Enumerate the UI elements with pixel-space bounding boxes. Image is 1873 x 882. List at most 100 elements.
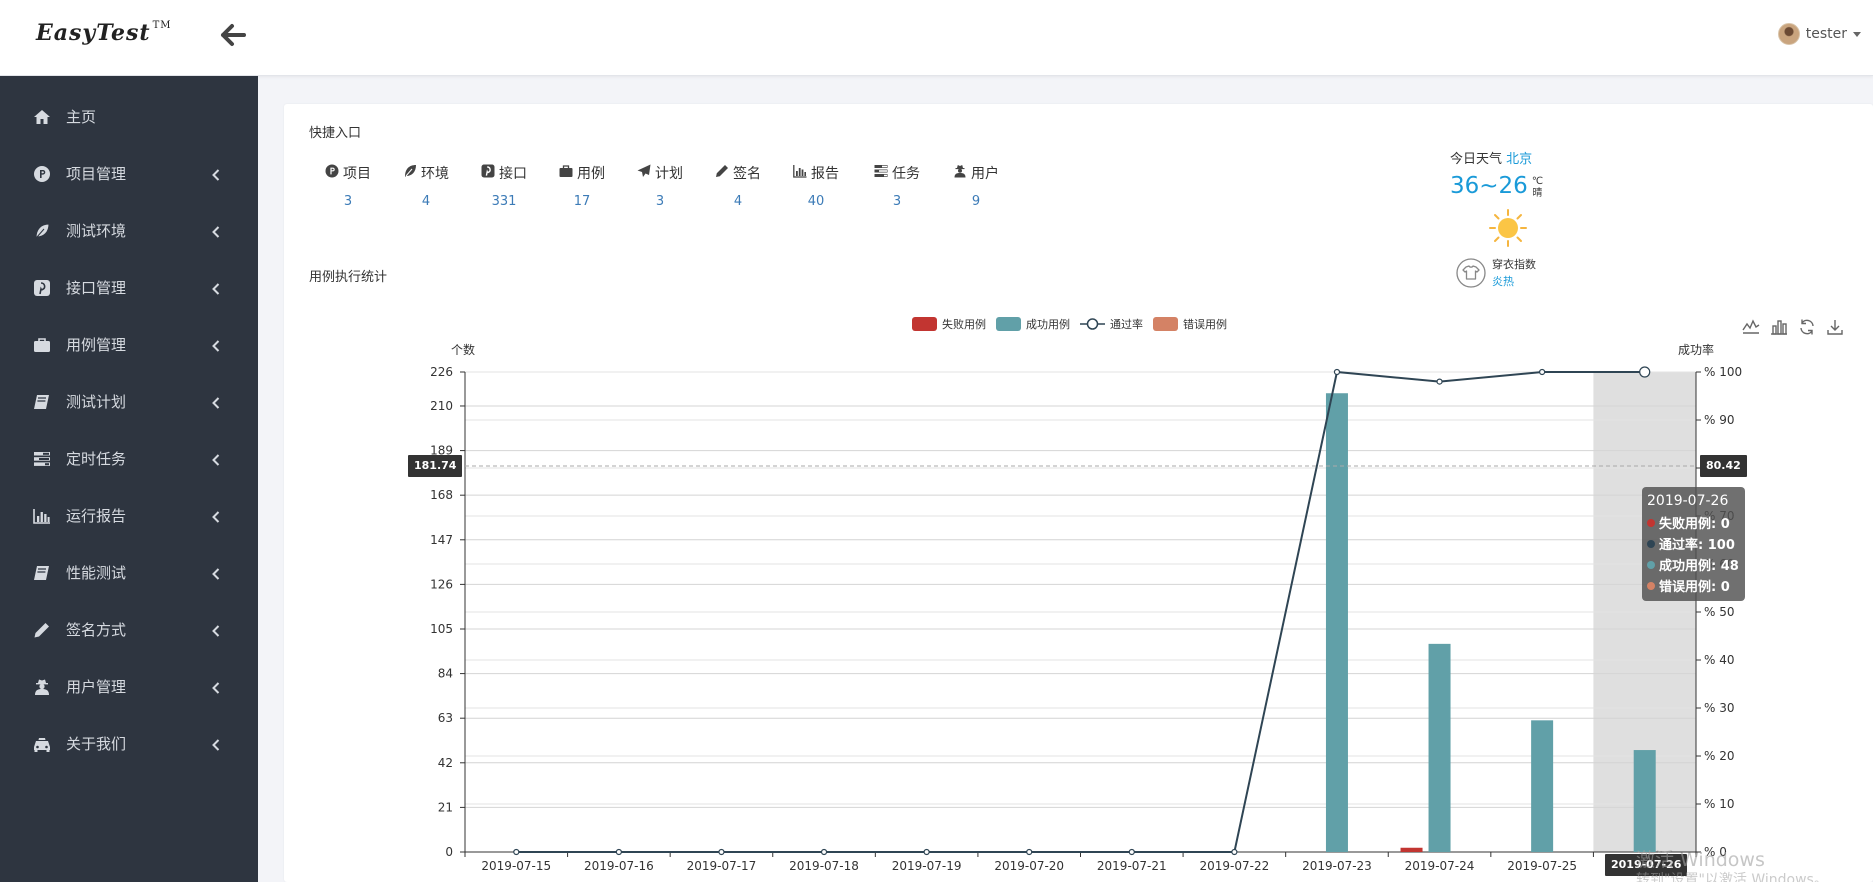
legend-item-failed[interactable]: 失败用例: [912, 316, 986, 332]
sidebar-item-label: 用户管理: [66, 678, 127, 696]
sidebar-item-scheduled[interactable]: 定时任务: [0, 430, 258, 487]
quick-entry-label: 任务: [892, 166, 920, 182]
sidebar-item-testplan[interactable]: 测试计划: [0, 373, 258, 430]
quick-entry-label: 接口: [499, 166, 527, 182]
user-menu[interactable]: tester: [1777, 23, 1861, 45]
logo-trademark: TM: [152, 20, 172, 31]
quick-entry-count[interactable]: 3: [621, 194, 699, 209]
legend-item-error[interactable]: 错误用例: [1153, 316, 1227, 332]
quick-entry-task[interactable]: 任务 3: [858, 162, 936, 222]
app-logo[interactable]: EasyTest TM: [36, 20, 172, 46]
sidebar-item-label: 接口管理: [66, 279, 127, 297]
tooltip-text: 错误用例: 0: [1659, 580, 1730, 595]
quick-entry-label: 用例: [577, 166, 605, 182]
quick-entry-user[interactable]: 用户 9: [937, 162, 1015, 222]
quick-entry-count[interactable]: 9: [937, 194, 1015, 209]
sidebar-item-label: 定时任务: [66, 450, 127, 468]
axis-pointer-left-label: 181.74: [408, 455, 463, 477]
taxi-icon: [32, 734, 52, 754]
quick-entry-report[interactable]: 报告 40: [777, 162, 855, 222]
sidebar-item-label: 测试计划: [66, 393, 127, 411]
sidebar-item-environment[interactable]: 测试环境: [0, 202, 258, 259]
quick-entry-project[interactable]: 项目 3: [309, 162, 387, 222]
leaf-icon: [32, 221, 52, 241]
quick-entry-signature[interactable]: 签名 4: [699, 162, 777, 222]
quick-entry-environment[interactable]: 环境 4: [387, 162, 465, 222]
shirt-icon: [1456, 258, 1486, 288]
tooltip-text: 通过率: 100: [1659, 538, 1735, 553]
axis-pointer-right-label: 80.42: [1700, 455, 1747, 477]
weather-city-link[interactable]: 北京: [1506, 152, 1532, 167]
paper-plane-icon: [637, 164, 651, 182]
quick-entry-count[interactable]: 331: [465, 194, 543, 209]
sidebar-item-performance[interactable]: 性能测试: [0, 544, 258, 601]
windows-activation-watermark: 激活 Windows: [1636, 849, 1765, 871]
legend-swatch: [1153, 317, 1178, 331]
briefcase-icon: [32, 335, 52, 355]
restore-icon[interactable]: [1798, 318, 1816, 336]
sidebar-item-users[interactable]: 用户管理: [0, 658, 258, 715]
sidebar-item-project[interactable]: 项目管理: [0, 145, 258, 202]
legend-item-success[interactable]: 成功用例: [996, 316, 1070, 332]
quick-entry-plan[interactable]: 计划 3: [621, 162, 699, 222]
quick-entry-testcase[interactable]: 用例 17: [543, 162, 621, 222]
download-icon[interactable]: [1826, 318, 1844, 336]
legend-item-pass-rate[interactable]: 通过率: [1080, 316, 1143, 332]
tooltip-row: 通过率: 100: [1647, 533, 1740, 554]
chevron-left-icon: [212, 167, 220, 181]
chart-tooltip: 2019-07-26 失败用例: 0 通过率: 100 成功用例: 48 错误用…: [1642, 487, 1745, 601]
legend-swatch: [1080, 317, 1105, 331]
quick-entry-count[interactable]: 4: [387, 194, 465, 209]
tasks-icon: [32, 449, 52, 469]
tooltip-row: 失败用例: 0: [1647, 512, 1740, 533]
tooltip-dot: [1647, 560, 1655, 569]
legend-label: 成功用例: [1026, 318, 1070, 331]
tooltip-row: 错误用例: 0: [1647, 575, 1740, 596]
chevron-left-icon: [212, 395, 220, 409]
weather-temp-row: 36~26 ℃ 晴: [1450, 173, 1570, 200]
legend-label: 失败用例: [942, 318, 986, 331]
quick-entry-count[interactable]: 40: [777, 194, 855, 209]
chart-legend: 失败用例 成功用例 通过率 错误用例: [912, 316, 1227, 332]
chart-section-title: 用例执行统计: [309, 270, 388, 285]
sidebar-item-signature[interactable]: 签名方式: [0, 601, 258, 658]
sidebar-item-label: 运行报告: [66, 507, 127, 525]
weather-unit: ℃: [1531, 176, 1544, 187]
sidebar-item-interface[interactable]: 接口管理: [0, 259, 258, 316]
weather-widget: 今日天气 北京 36~26 ℃ 晴 穿衣指数 炎热: [1450, 148, 1570, 288]
quick-entry-interface[interactable]: 接口 331: [465, 162, 543, 222]
back-arrow-icon[interactable]: [220, 22, 246, 48]
chevron-left-icon: [212, 224, 220, 238]
chevron-left-icon: [212, 623, 220, 637]
tooltip-dot: [1647, 581, 1655, 590]
book-icon: [32, 392, 52, 412]
project-p-icon: [32, 164, 52, 184]
bar-chart-toggle-icon[interactable]: [1770, 318, 1788, 336]
sidebar-item-home[interactable]: 主页: [0, 88, 258, 145]
weather-title: 今日天气: [1450, 152, 1503, 167]
quick-entry-count[interactable]: 17: [543, 194, 621, 209]
clothing-value[interactable]: 炎热: [1492, 273, 1536, 290]
briefcase-icon: [559, 164, 573, 182]
quick-entry-count[interactable]: 3: [309, 194, 387, 209]
sidebar-item-label: 用例管理: [66, 336, 127, 354]
quick-entry-label: 报告: [811, 166, 839, 182]
chevron-left-icon: [212, 281, 220, 295]
tooltip-dot: [1647, 539, 1655, 548]
sidebar-item-report[interactable]: 运行报告: [0, 487, 258, 544]
pencil-icon: [715, 164, 729, 182]
quick-entry-count[interactable]: 3: [858, 194, 936, 209]
user-secret-icon: [32, 677, 52, 697]
sidebar-item-testcase[interactable]: 用例管理: [0, 316, 258, 373]
sidebar-item-label: 测试环境: [66, 222, 127, 240]
username: tester: [1805, 26, 1847, 42]
quick-entry-label: 用户: [971, 166, 999, 182]
sidebar-item-label: 主页: [66, 108, 97, 126]
weather-temp: 36~26: [1450, 173, 1528, 199]
line-chart-toggle-icon[interactable]: [1742, 318, 1760, 336]
quick-entry-count[interactable]: 4: [699, 194, 777, 209]
pinterest-icon: [32, 278, 52, 298]
sidebar-item-about[interactable]: 关于我们: [0, 715, 258, 772]
user-secret-icon: [953, 164, 967, 182]
sun-icon: [1488, 208, 1528, 248]
